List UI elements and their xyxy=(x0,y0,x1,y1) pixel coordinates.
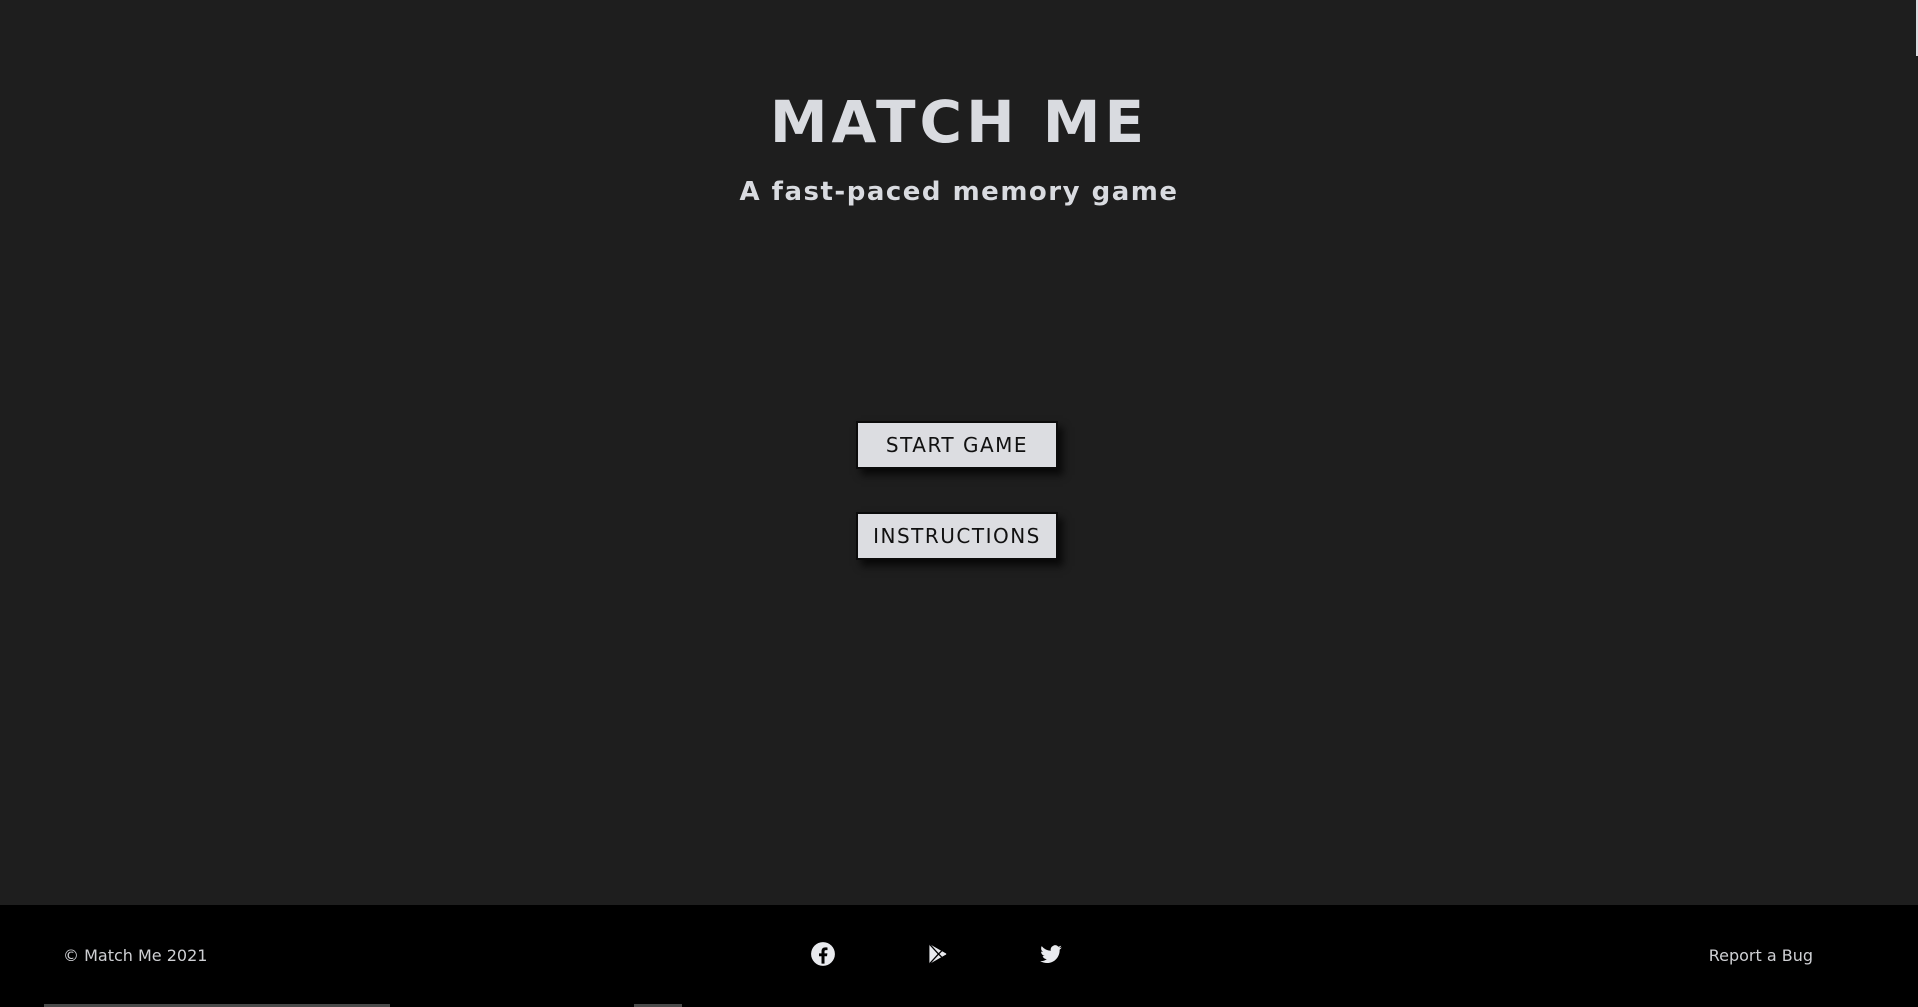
copyright-text: © Match Me 2021 xyxy=(63,946,208,965)
footer: © Match Me 2021 Report a Bug xyxy=(0,905,1918,1007)
page-subtitle: A fast-paced memory game xyxy=(739,177,1179,207)
page-title: MATCH ME xyxy=(769,88,1149,156)
main-area: MATCH ME A fast-paced memory game START … xyxy=(0,0,1918,905)
instructions-button[interactable]: INSTRUCTIONS xyxy=(856,512,1058,560)
google-play-icon[interactable] xyxy=(924,941,950,967)
start-game-button[interactable]: START GAME xyxy=(856,421,1058,469)
facebook-icon[interactable] xyxy=(810,941,836,967)
report-bug-link[interactable]: Report a Bug xyxy=(1709,944,1813,968)
twitter-icon[interactable] xyxy=(1038,941,1064,967)
page: MATCH ME A fast-paced memory game START … xyxy=(0,0,1918,1007)
